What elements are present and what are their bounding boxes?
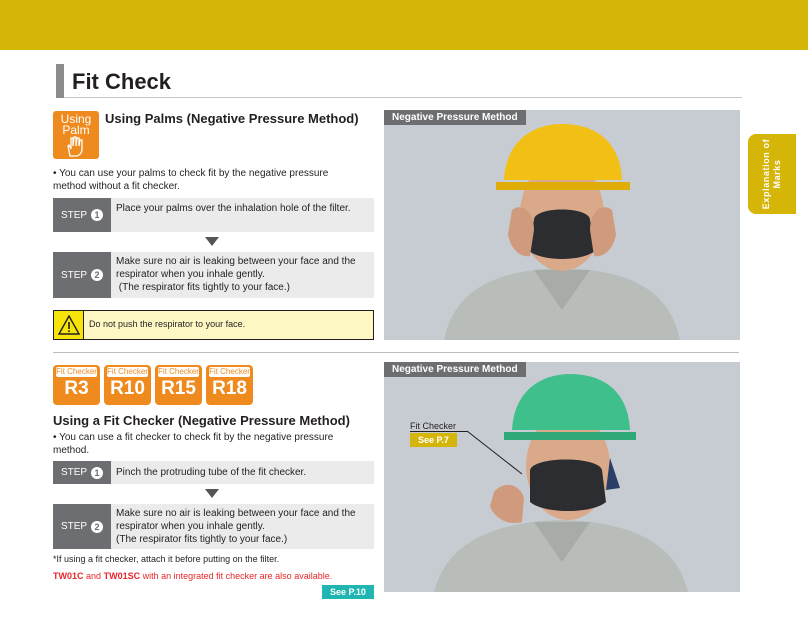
checker-note: *If using a fit checker, attach it befor… — [53, 554, 280, 564]
photo-label: Negative Pressure Method — [384, 362, 526, 377]
step-text: Make sure no air is leaking between your… — [116, 256, 356, 293]
callout-pointer — [466, 430, 523, 475]
page-title: Fit Check — [72, 69, 172, 94]
step-label: STEP 2 — [53, 252, 111, 298]
checker-photo: Negative Pressure Method — [384, 362, 740, 592]
fit-checker-badge-r18: Fit Checker R18 — [206, 365, 253, 405]
warning-text: Do not push the respirator to your face. — [89, 319, 246, 329]
callout-leader-line — [410, 431, 468, 432]
warning-box: Do not push the respirator to your face. — [53, 310, 374, 340]
hand-icon — [67, 136, 83, 157]
step-label: STEP 1 — [53, 461, 111, 484]
checker-heading: Using a Fit Checker (Negative Pressure M… — [53, 413, 350, 428]
step-number: 1 — [91, 466, 104, 479]
fit-checker-badge-r15: Fit Checker R15 — [155, 365, 202, 405]
checker-bullet: • You can use a fit checker to check fit… — [53, 432, 334, 456]
palms-step-1: STEP 1 Place your palms over the inhalati… — [53, 198, 374, 232]
worker-palms-illustration — [384, 110, 740, 340]
arrow-down-icon — [205, 489, 219, 498]
fit-checker-callout: Fit Checker — [410, 421, 457, 431]
title-accent-bar — [56, 64, 64, 98]
step-label: STEP 2 — [53, 504, 111, 549]
side-tab-explanation-of-marks[interactable]: Explanation of Marks — [748, 134, 796, 214]
see-p10-link[interactable]: See P.10 — [322, 585, 374, 599]
integrated-models-note: TW01C and TW01SC with an integrated fit … — [53, 571, 333, 581]
step-number: 2 — [91, 520, 104, 533]
photo-label: Negative Pressure Method — [384, 110, 526, 125]
step-text: Make sure no air is leaking between your… — [116, 508, 356, 545]
step-number: 1 — [91, 209, 104, 221]
arrow-down-icon — [205, 237, 219, 246]
step-label: STEP 1 — [53, 198, 111, 232]
side-tab-label: Explanation of Marks — [761, 138, 782, 210]
title-underline — [64, 97, 742, 98]
step-number: 2 — [91, 269, 104, 281]
checker-step-1: STEP 1 Pinch the protruding tube of the f… — [53, 461, 374, 484]
fit-checker-badge-r10: Fit Checker R10 — [104, 365, 151, 405]
step-text: Place your palms over the inhalation hol… — [116, 203, 351, 214]
section-title-bar: Fit Check — [56, 64, 742, 98]
using-palm-icon: Using Palm — [53, 111, 99, 159]
palm-icon-label: Using Palm — [60, 112, 92, 137]
warning-icon — [54, 311, 84, 339]
palms-heading: Using Palms (Negative Pressure Method) — [105, 111, 359, 126]
palms-photo: Negative Pressure Method — [384, 110, 740, 340]
see-p7-link[interactable]: See P.7 — [410, 433, 457, 447]
worker-checker-illustration — [384, 362, 740, 592]
fit-checker-badge-r3: Fit Checker R3 — [53, 365, 100, 405]
section-divider — [53, 352, 739, 353]
palms-step-2: STEP 2 Make sure no air is leaking betwee… — [53, 252, 374, 298]
palms-bullet: • You can use your palms to check fit by… — [53, 168, 329, 192]
step-text: Pinch the protruding tube of the fit che… — [116, 467, 307, 478]
checker-step-2: STEP 2 Make sure no air is leaking betwee… — [53, 504, 374, 549]
header-band — [0, 0, 808, 50]
